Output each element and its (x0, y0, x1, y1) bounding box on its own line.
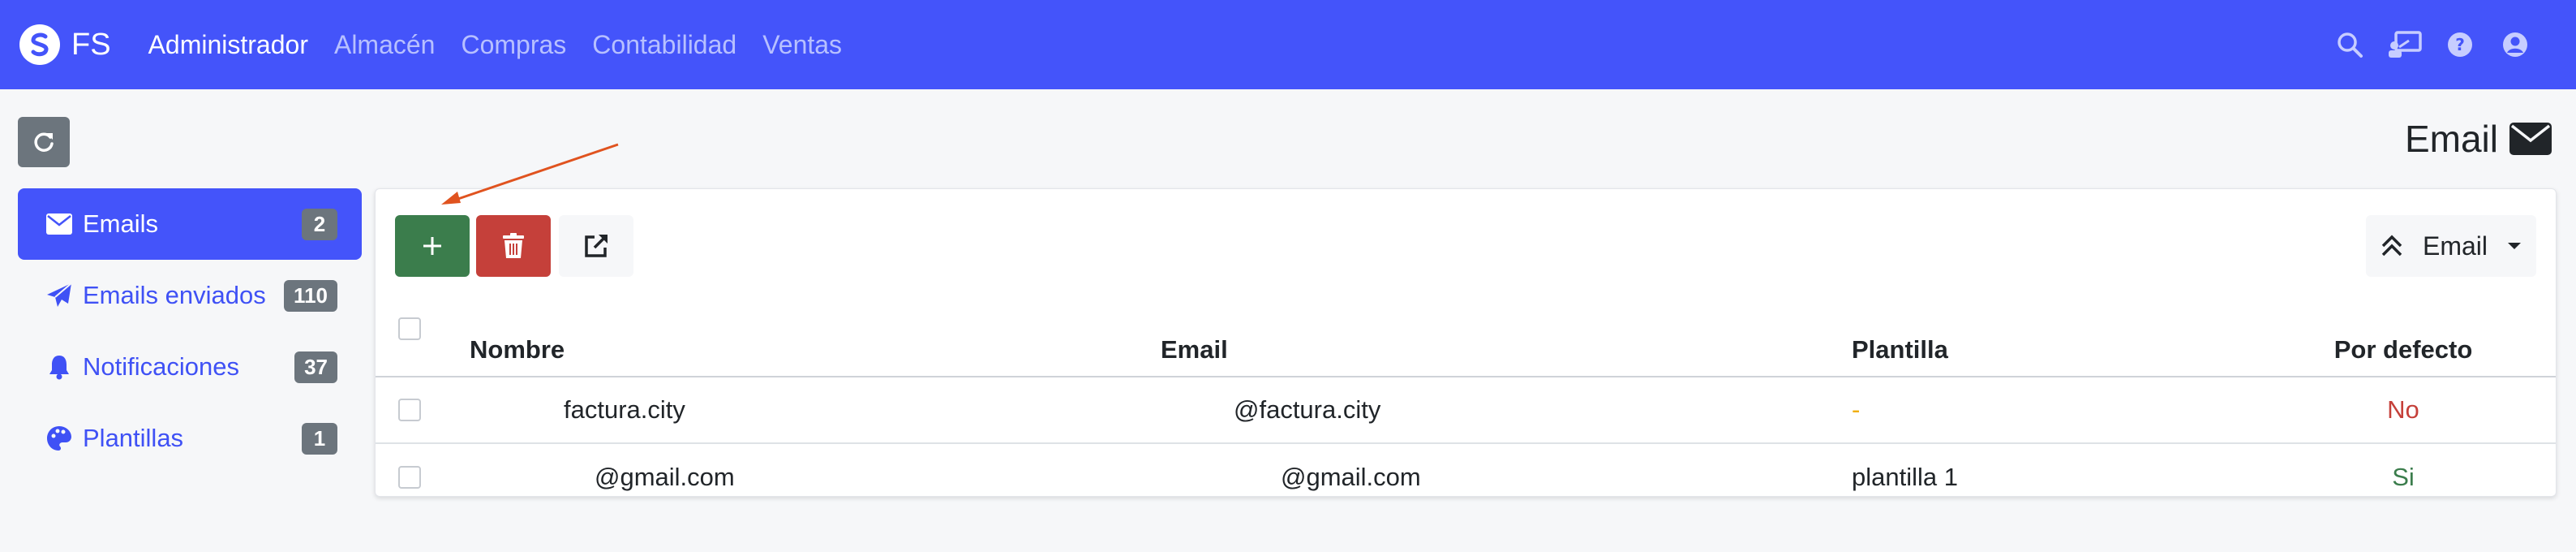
sidebar-item-emails[interactable]: Emails 2 (18, 188, 362, 260)
menu-item-almacen[interactable]: Almacén (334, 30, 436, 60)
help-icon[interactable]: ? (2441, 26, 2479, 63)
delete-button[interactable] (476, 215, 551, 277)
add-button[interactable] (395, 215, 470, 277)
annotation-arrow-icon (441, 143, 619, 205)
cell-email[interactable]: @factura.city (1234, 395, 1380, 425)
table-row[interactable]: factura.city @factura.city - No (376, 377, 2556, 444)
row-checkbox[interactable] (398, 399, 421, 421)
cell-email[interactable]: @gmail.com (1281, 463, 1421, 492)
count-badge: 110 (284, 279, 337, 312)
menu-item-administrador[interactable]: Administrador (148, 30, 308, 60)
presentation-icon[interactable] (2386, 26, 2424, 63)
trash-icon (503, 233, 524, 258)
paper-plane-icon (45, 282, 73, 309)
cell-plantilla[interactable]: - (1852, 395, 1860, 425)
sidebar-item-label: Plantillas (83, 424, 184, 452)
sidebar-item-plantillas[interactable]: Plantillas 1 (18, 403, 362, 474)
main-menu: Administrador Almacén Compras Contabilid… (148, 30, 868, 60)
sidebar-item-label: Emails (83, 209, 159, 238)
plus-icon (423, 237, 441, 255)
count-badge: 37 (294, 351, 337, 383)
table-header-row: Nombre Email Plantilla Por defecto (376, 303, 2556, 377)
emails-list-card: Email Nombre Email Plantilla Por defecto… (375, 188, 2557, 497)
refresh-button[interactable] (18, 117, 70, 167)
sidebar-item-emails-enviados[interactable]: Emails enviados 110 (18, 260, 362, 331)
emails-table: Nombre Email Plantilla Por defecto factu… (376, 303, 2556, 511)
column-header-por-defecto[interactable]: Por defecto (2282, 335, 2525, 364)
menu-item-contabilidad[interactable]: Contabilidad (592, 30, 736, 60)
menu-item-compras[interactable]: Compras (461, 30, 566, 60)
top-navbar: FS Administrador Almacén Compras Contabi… (0, 0, 2576, 89)
sort-dropdown[interactable]: Email (2366, 215, 2536, 277)
envelope-icon (45, 210, 73, 238)
svg-text:?: ? (2455, 35, 2465, 54)
palette-icon (45, 425, 73, 452)
open-external-button[interactable] (559, 215, 633, 277)
brand[interactable]: FS (19, 24, 111, 65)
row-checkbox[interactable] (398, 466, 421, 489)
sidebar-item-label: Emails enviados (83, 281, 266, 309)
cell-por-defecto[interactable]: No (2282, 395, 2525, 425)
cell-plantilla[interactable]: plantilla 1 (1852, 463, 1958, 492)
facturascripts-logo-icon (19, 24, 60, 65)
search-icon[interactable] (2331, 26, 2368, 63)
user-icon[interactable] (2497, 26, 2534, 63)
refresh-icon (34, 132, 54, 152)
column-header-plantilla[interactable]: Plantilla (1852, 335, 1948, 364)
count-badge: 1 (302, 422, 337, 455)
navbar-icons: ? (2313, 26, 2534, 63)
column-header-email[interactable]: Email (1161, 335, 1228, 364)
sidebar: Emails 2 Emails enviados 110 Notificacio… (18, 188, 362, 474)
double-chevron-up-icon (2381, 235, 2402, 257)
brand-name: FS (71, 27, 111, 62)
cell-nombre[interactable]: factura.city (564, 395, 685, 425)
page-title: Email (2405, 117, 2552, 161)
envelope-icon (2509, 123, 2552, 155)
sidebar-item-label: Notificaciones (83, 352, 239, 381)
external-link-icon (585, 235, 608, 257)
sort-label: Email (2422, 231, 2488, 261)
menu-item-ventas[interactable]: Ventas (762, 30, 842, 60)
cell-por-defecto[interactable]: Si (2282, 463, 2525, 492)
count-badge: 2 (302, 208, 337, 240)
bell-icon (45, 353, 73, 381)
page-title-text: Email (2404, 118, 2498, 160)
cell-nombre[interactable]: @gmail.com (595, 463, 735, 492)
table-row[interactable]: @gmail.com @gmail.com plantilla 1 Si (376, 444, 2556, 511)
sidebar-item-notificaciones[interactable]: Notificaciones 37 (18, 331, 362, 403)
column-header-nombre[interactable]: Nombre (470, 335, 565, 364)
select-all-checkbox[interactable] (398, 317, 421, 340)
caret-down-icon (2507, 243, 2521, 249)
